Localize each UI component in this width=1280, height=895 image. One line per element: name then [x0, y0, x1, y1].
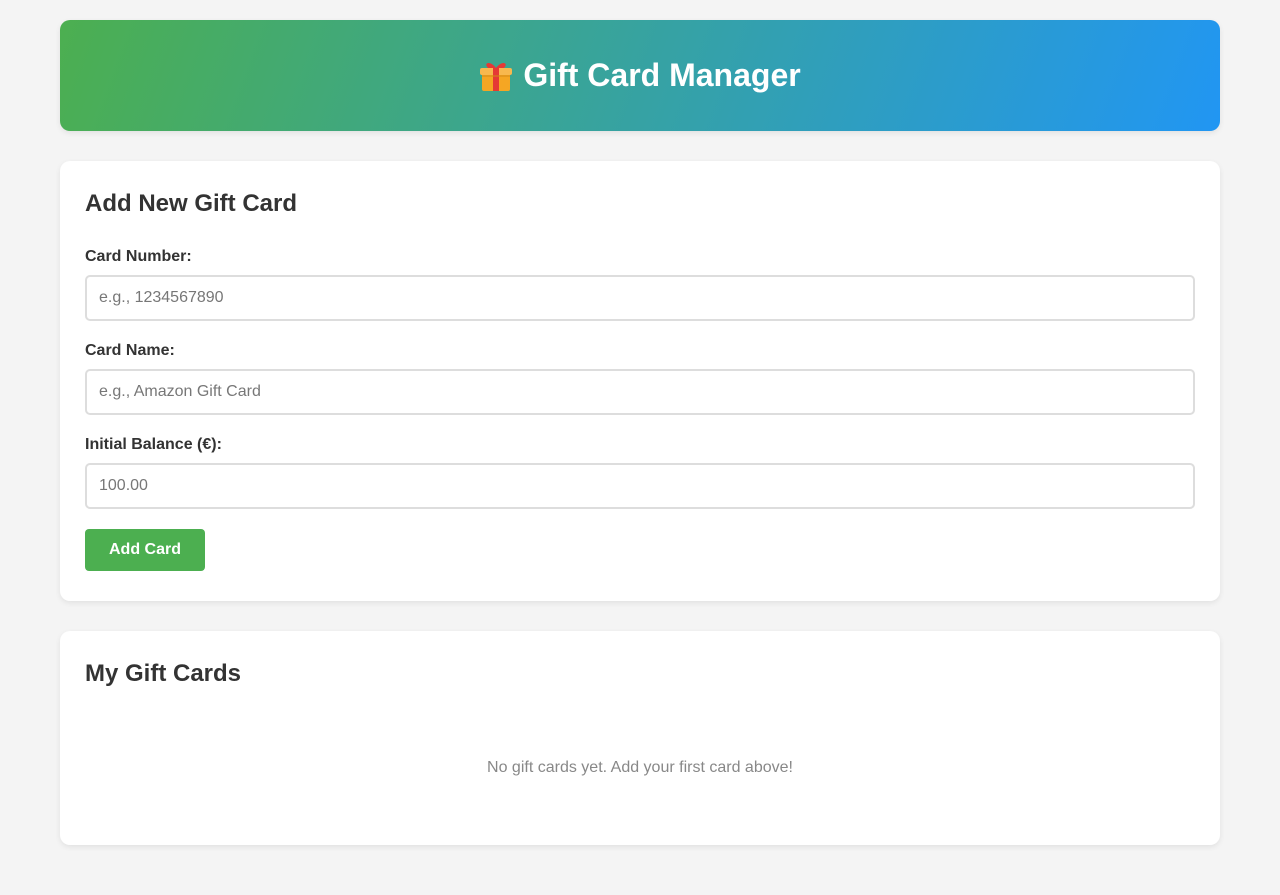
gift-card-list-panel: My Gift Cards No gift cards yet. Add you… [60, 631, 1220, 845]
app-title: Gift Card Manager [523, 57, 801, 93]
initial-balance-field: Initial Balance (€): [85, 435, 1195, 509]
page-container: Gift Card Manager Add New Gift Card Card… [60, 20, 1220, 845]
card-name-input[interactable] [85, 369, 1195, 415]
gift-card-list-heading: My Gift Cards [85, 660, 242, 687]
gift-icon [479, 59, 513, 93]
card-number-field: Card Number: [85, 247, 1195, 321]
add-card-button[interactable]: Add Card [85, 529, 205, 571]
app-header: Gift Card Manager [60, 20, 1220, 131]
add-card-panel: Add New Gift Card Card Number: Card Name… [60, 161, 1220, 601]
card-name-field: Card Name: [85, 341, 1195, 415]
app-title-row: Gift Card Manager [479, 57, 801, 94]
initial-balance-label: Initial Balance (€): [85, 436, 222, 453]
card-number-input[interactable] [85, 275, 1195, 321]
initial-balance-input[interactable] [85, 463, 1195, 509]
empty-state-message: No gift cards yet. Add your first card a… [487, 759, 793, 776]
card-number-label: Card Number: [85, 248, 192, 265]
add-card-heading: Add New Gift Card [85, 190, 298, 217]
card-name-label: Card Name: [85, 342, 175, 359]
